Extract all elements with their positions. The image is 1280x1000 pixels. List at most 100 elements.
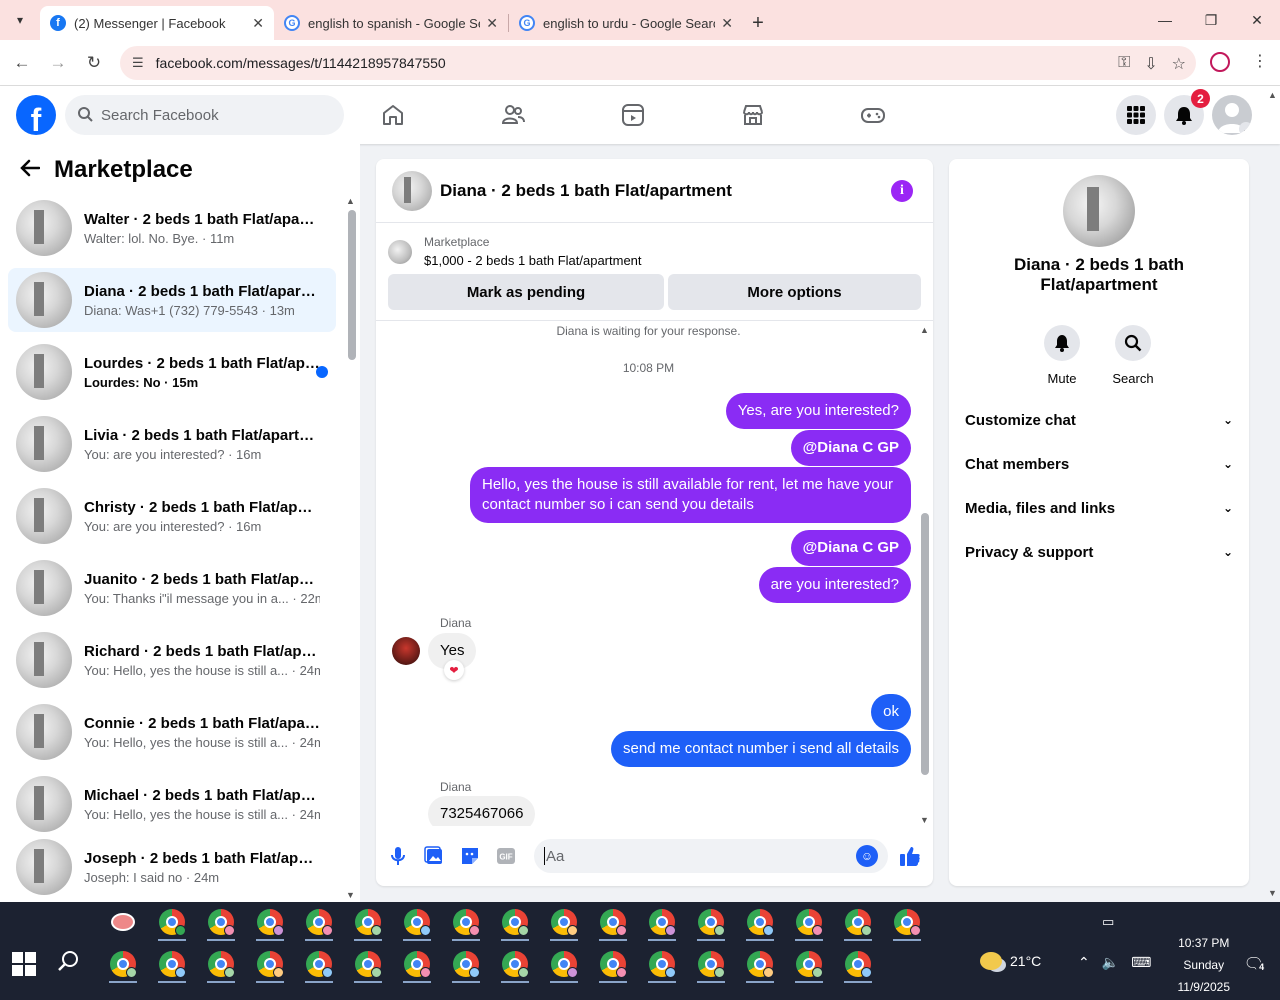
chrome-icon[interactable]: [838, 946, 878, 983]
install-app-icon[interactable]: ⇩: [1144, 54, 1157, 74]
restore-icon[interactable]: ❐: [1188, 0, 1234, 40]
forward-icon[interactable]: →: [40, 45, 76, 81]
close-tab-icon[interactable]: ✕: [721, 15, 733, 32]
chrome-icon[interactable]: [593, 904, 633, 941]
bookmark-star-icon[interactable]: ☆: [1172, 54, 1186, 74]
volume-icon[interactable]: 🔈: [1102, 954, 1119, 971]
chrome-icon[interactable]: [544, 904, 584, 941]
notifications-button[interactable]: 2: [1164, 89, 1210, 135]
like-thumb-icon[interactable]: [898, 844, 922, 868]
tab-search-button[interactable]: ▾: [0, 0, 40, 40]
video-icon[interactable]: [573, 86, 693, 144]
chrome-icon[interactable]: [642, 946, 682, 983]
media-files-links-row[interactable]: Media, files and links ⌄: [965, 496, 1233, 520]
chrome-icon[interactable]: [446, 946, 486, 983]
message-input[interactable]: Aa ☺: [534, 839, 888, 873]
chrome-icon[interactable]: [838, 904, 878, 941]
taskbar-overflow-icon[interactable]: ▭: [1102, 914, 1114, 930]
mark-as-pending-button[interactable]: Mark as pending: [388, 274, 664, 310]
conversation-walter[interactable]: Walter · 2 beds 1 bath Flat/apartment Wal…: [8, 196, 336, 260]
new-tab-button[interactable]: +: [743, 6, 773, 40]
outgoing-message[interactable]: send me contact number i send all detail…: [611, 731, 911, 767]
emoji-icon[interactable]: ☺: [856, 845, 878, 867]
scroll-down-icon[interactable]: ▼: [346, 890, 355, 900]
clock[interactable]: 10:37 PM Sunday 11/9/2025: [1178, 932, 1231, 998]
tab-messenger[interactable]: f (2) Messenger | Facebook ✕: [40, 6, 274, 40]
friends-icon[interactable]: [453, 86, 573, 144]
chrome-icon[interactable]: [691, 946, 731, 983]
facebook-search-input[interactable]: Search Facebook: [65, 95, 344, 135]
scroll-up-icon[interactable]: ▲: [346, 196, 355, 206]
profile-icon[interactable]: [1210, 52, 1230, 72]
outgoing-mention[interactable]: @Diana C GP: [790, 430, 911, 466]
chrome-icon[interactable]: [789, 946, 829, 983]
marketplace-icon[interactable]: [693, 86, 813, 144]
chrome-icon[interactable]: [593, 946, 633, 983]
conversation-livia[interactable]: Livia · 2 beds 1 bath Flat/apartment You:…: [8, 412, 336, 476]
more-options-button[interactable]: More options: [668, 274, 921, 310]
outgoing-message[interactable]: Hello, yes the house is still available …: [470, 467, 911, 523]
conversation-christy[interactable]: Christy · 2 beds 1 bath Flat/apartment Yo…: [8, 484, 336, 548]
minimize-icon[interactable]: —: [1142, 0, 1188, 40]
tab-english-to-urdu[interactable]: G english to urdu - Google Search ✕: [509, 6, 743, 40]
reload-icon[interactable]: ↻: [76, 45, 112, 81]
chrome-icon[interactable]: [201, 904, 241, 941]
info-icon[interactable]: i: [891, 180, 913, 202]
scrollbar-thumb[interactable]: [348, 210, 356, 360]
chrome-icon[interactable]: [446, 904, 486, 941]
marketplace-listing-row[interactable]: Marketplace $1,000 - 2 beds 1 bath Flat/…: [388, 235, 642, 268]
scroll-up-icon[interactable]: ▲: [1268, 90, 1277, 100]
search-conversation-button[interactable]: Search: [1103, 325, 1163, 386]
outgoing-message[interactable]: Yes, are you interested?: [725, 393, 911, 429]
url-bar[interactable]: ☰ facebook.com/messages/t/11442189578475…: [120, 46, 1196, 80]
chrome-icon[interactable]: [397, 946, 437, 983]
conversation-juanito[interactable]: Juanito · 2 beds 1 bath Flat/apartment Yo…: [8, 556, 336, 620]
notifications-center-icon[interactable]: 🗨 4: [1244, 954, 1268, 974]
chrome-icon[interactable]: [397, 904, 437, 941]
menu-grid-button[interactable]: [1116, 95, 1156, 135]
taskbar-search-icon[interactable]: [58, 950, 80, 978]
close-tab-icon[interactable]: ✕: [486, 15, 498, 32]
chrome-icon[interactable]: [152, 946, 192, 983]
chat-scrollbar[interactable]: ▲ ▼: [920, 325, 929, 825]
chrome-icon[interactable]: [495, 904, 535, 941]
chrome-icon[interactable]: [887, 904, 927, 941]
close-tab-icon[interactable]: ✕: [252, 15, 264, 32]
home-icon[interactable]: [333, 86, 453, 144]
conversation-lourdes[interactable]: Lourdes · 2 beds 1 bath Flat/apartment Lo…: [8, 340, 336, 404]
tab-english-to-spanish[interactable]: G english to spanish - Google Sea ✕: [274, 6, 508, 40]
gaming-icon[interactable]: [813, 86, 933, 144]
chrome-icon[interactable]: [544, 946, 584, 983]
chat-listing-thumbnail[interactable]: [392, 170, 432, 211]
facebook-logo-icon[interactable]: f: [16, 95, 56, 135]
conversation-diana[interactable]: Diana · 2 beds 1 bath Flat/apartment Dian…: [8, 268, 336, 332]
outgoing-message[interactable]: are you interested?: [758, 567, 911, 603]
windows-start-icon[interactable]: [12, 952, 36, 976]
outgoing-message[interactable]: ok: [871, 694, 911, 730]
chrome-icon[interactable]: [740, 946, 780, 983]
scroll-down-icon[interactable]: ▼: [1268, 888, 1277, 898]
snipping-tool-icon[interactable]: [103, 904, 143, 940]
chevron-up-icon[interactable]: ⌃: [1078, 954, 1090, 971]
incoming-message[interactable]: 7325467066: [428, 796, 536, 826]
sidebar-scrollbar[interactable]: ▲ ▼: [346, 196, 356, 902]
gif-icon[interactable]: GIF: [494, 844, 518, 868]
scrollbar-thumb[interactable]: [921, 513, 929, 775]
conversation-michael[interactable]: Michael · 2 beds 1 bath Flat/apartment Yo…: [8, 772, 336, 836]
outgoing-mention[interactable]: @Diana C GP: [790, 530, 911, 566]
chrome-icon[interactable]: [642, 904, 682, 941]
scroll-up-icon[interactable]: ▲: [920, 325, 929, 335]
mute-button[interactable]: Mute: [1032, 325, 1092, 386]
conversation-richard[interactable]: Richard · 2 beds 1 bath Flat/apartment Yo…: [8, 628, 336, 692]
scroll-down-icon[interactable]: ▼: [920, 815, 929, 825]
page-scrollbar[interactable]: ▲ ▼: [1264, 86, 1280, 902]
chrome-icon[interactable]: [299, 904, 339, 941]
chrome-icon[interactable]: [201, 946, 241, 983]
chrome-icon[interactable]: [348, 904, 388, 941]
chat-title[interactable]: Diana · 2 beds 1 bath Flat/apartment: [440, 181, 732, 201]
back-arrow-icon[interactable]: [20, 157, 41, 183]
keyboard-icon[interactable]: ⌨: [1131, 954, 1151, 971]
back-icon[interactable]: ←: [4, 45, 40, 81]
chrome-icon[interactable]: [691, 904, 731, 941]
customize-chat-row[interactable]: Customize chat ⌄: [965, 408, 1233, 432]
